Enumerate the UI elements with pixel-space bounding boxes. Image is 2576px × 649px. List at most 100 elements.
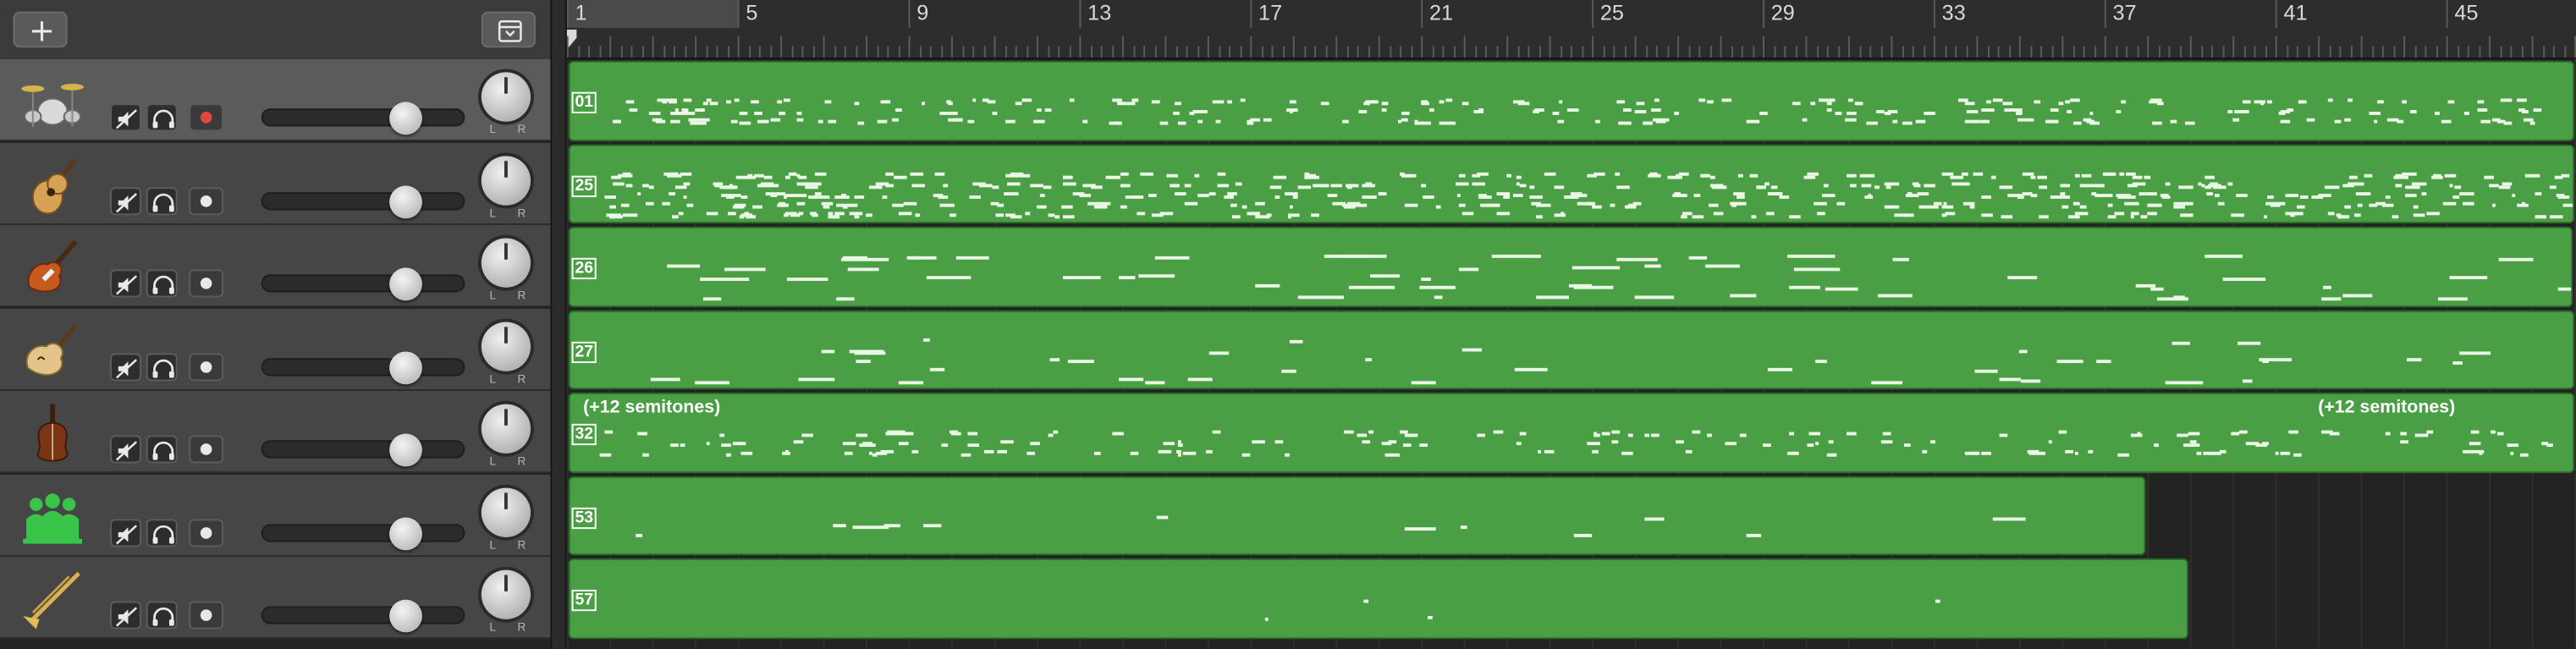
- track-header[interactable]: LR: [0, 58, 551, 141]
- volume-handle[interactable]: [388, 433, 422, 467]
- mute-button[interactable]: [110, 601, 141, 630]
- midi-note: [877, 119, 888, 124]
- midi-region[interactable]: 27: [568, 309, 2575, 390]
- volume-slider[interactable]: [261, 267, 465, 301]
- midi-note: [2015, 112, 2023, 115]
- midi-note: [1247, 119, 1252, 124]
- pan-knob[interactable]: [481, 404, 531, 454]
- midi-note: [702, 102, 707, 106]
- beat-tick: [1132, 46, 1135, 58]
- midi-note: [2215, 193, 2219, 196]
- midi-note: [1621, 121, 1632, 125]
- midi-note: [1518, 432, 1527, 436]
- midi-note: [2325, 184, 2340, 189]
- mute-button[interactable]: [110, 435, 141, 464]
- beat-tick: [2457, 46, 2459, 58]
- solo-button[interactable]: [146, 435, 178, 464]
- midi-region[interactable]: 57: [568, 558, 2188, 639]
- midi-note: [1461, 211, 1473, 215]
- track-header[interactable]: LR: [0, 224, 551, 308]
- record-enable-button[interactable]: [189, 518, 224, 547]
- volume-slider[interactable]: [261, 184, 465, 218]
- pan-knob[interactable]: [481, 72, 531, 122]
- solo-button[interactable]: [146, 518, 178, 547]
- midi-note: [1274, 195, 1280, 198]
- solo-button[interactable]: [146, 186, 178, 215]
- track-header[interactable]: LR: [0, 391, 551, 474]
- mute-button[interactable]: [110, 103, 141, 132]
- pan-right-label: R: [517, 207, 526, 220]
- midi-note: [1205, 449, 1212, 454]
- add-track-button[interactable]: [13, 11, 68, 48]
- midi-region[interactable]: 25: [568, 143, 2575, 224]
- midi-note: [1289, 338, 1304, 343]
- midi-note: [2524, 118, 2534, 122]
- midi-note: [1005, 119, 1016, 124]
- midi-note: [623, 212, 638, 217]
- volume-slider[interactable]: [261, 516, 465, 550]
- midi-region[interactable]: 26: [568, 226, 2573, 307]
- beat-tick: [2478, 46, 2480, 58]
- mute-button[interactable]: [110, 186, 141, 215]
- beat-tick: [1902, 46, 1904, 58]
- midi-note: [2478, 451, 2482, 455]
- midi-note: [1345, 183, 1358, 187]
- record-enable-button[interactable]: [189, 186, 224, 215]
- solo-button[interactable]: [146, 269, 178, 298]
- midi-note: [2017, 195, 2024, 198]
- record-enable-button[interactable]: [189, 269, 224, 298]
- volume-slider[interactable]: [261, 433, 465, 467]
- midi-region[interactable]: 32 (+12 semitones) (+12 semitones): [568, 392, 2575, 473]
- volume-slider[interactable]: [261, 102, 465, 135]
- pan-knob[interactable]: [481, 321, 531, 371]
- midi-note: [894, 174, 907, 179]
- track-header[interactable]: LR: [0, 307, 551, 391]
- solo-button[interactable]: [146, 103, 178, 132]
- pan-knob[interactable]: [481, 569, 531, 619]
- track-divider[interactable]: [550, 0, 567, 649]
- mute-button[interactable]: [110, 269, 141, 298]
- record-enable-button[interactable]: [189, 435, 224, 464]
- beat-tick: [1880, 46, 1882, 58]
- beat-tick: [1153, 46, 1156, 58]
- volume-handle[interactable]: [388, 516, 422, 550]
- volume-handle[interactable]: [388, 267, 422, 301]
- volume-handle[interactable]: [388, 184, 422, 218]
- track-header[interactable]: LR: [0, 557, 551, 640]
- volume-handle[interactable]: [388, 102, 422, 135]
- bar-number: 25: [1599, 0, 1624, 25]
- mute-button[interactable]: [110, 352, 141, 381]
- beat-tick: [834, 46, 836, 58]
- midi-note: [1633, 295, 1674, 300]
- midi-note: [2286, 193, 2298, 196]
- track-header[interactable]: LR: [0, 141, 551, 224]
- midi-note: [2089, 112, 2094, 115]
- pan-knob[interactable]: [481, 155, 531, 205]
- midi-region[interactable]: 01: [568, 60, 2575, 140]
- pan-knob[interactable]: [481, 487, 531, 536]
- volume-handle[interactable]: [388, 599, 422, 633]
- record-enable-button[interactable]: [189, 352, 224, 381]
- midi-note: [648, 112, 660, 115]
- pan-knob[interactable]: [481, 238, 531, 288]
- volume-slider[interactable]: [261, 350, 465, 384]
- track-header[interactable]: LR: [0, 474, 551, 557]
- browser-toggle-button[interactable]: [481, 11, 536, 48]
- midi-note: [1788, 432, 1795, 436]
- timeline-ruler[interactable]: 1 5 9 13 17 21 25 29 33 37 41 45: [559, 0, 2576, 59]
- volume-handle[interactable]: [388, 350, 422, 384]
- record-icon: [200, 443, 212, 455]
- midi-note: [836, 202, 841, 206]
- solo-button[interactable]: [146, 352, 178, 381]
- record-enable-button[interactable]: [189, 103, 224, 132]
- mute-button[interactable]: [110, 518, 141, 547]
- midi-region[interactable]: 53: [568, 476, 2146, 556]
- record-enable-button[interactable]: [189, 601, 224, 630]
- volume-slider[interactable]: [261, 599, 465, 633]
- midi-note: [1434, 295, 1442, 300]
- midi-note: [1516, 181, 1520, 185]
- cycle-region[interactable]: [566, 0, 738, 29]
- midi-note: [904, 201, 916, 205]
- solo-button[interactable]: [146, 601, 178, 630]
- midi-note: [2017, 118, 2024, 122]
